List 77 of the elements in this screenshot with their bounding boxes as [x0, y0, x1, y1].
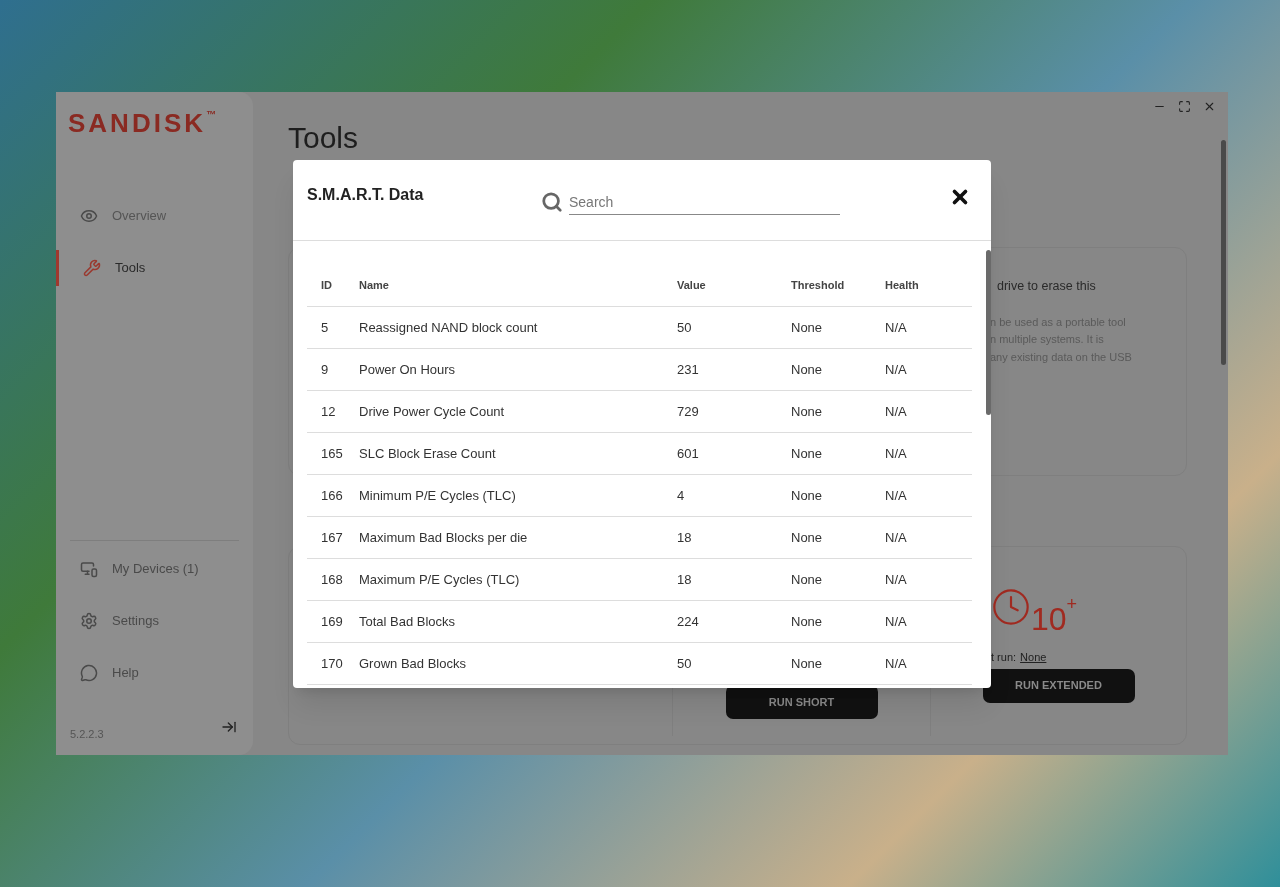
table-cell-text: 170 — [320, 654, 344, 673]
table-cell-text: Minimum P/E Cycles (TLC) — [359, 486, 517, 505]
table-cell-text: N/A — [885, 318, 908, 337]
table-cell-text: 50 — [677, 654, 693, 673]
table-cell-text: 231 — [677, 360, 700, 379]
last-run-link[interactable]: None — [1020, 649, 1047, 666]
table-cell-text: 169 — [320, 612, 344, 631]
eye-icon — [80, 207, 98, 225]
table-cell-text: N/A — [885, 528, 908, 547]
table-cell-text: 729 — [677, 402, 700, 421]
table-cell-text: 167 — [320, 528, 344, 547]
wrench-icon — [83, 259, 101, 277]
table-cell-text: Grown Bad Blocks — [359, 654, 467, 673]
table-cell-text: None — [791, 402, 824, 421]
table-cell-text: 4 — [677, 486, 686, 505]
table-cell-text: None — [791, 444, 824, 463]
table-cell-text: 12 — [320, 402, 337, 421]
table-cell-text: N/A — [885, 486, 908, 505]
table-cell-text: N/A — [885, 612, 908, 631]
table-cell-text: 18 — [677, 570, 693, 589]
table-cell-text: None — [791, 612, 824, 631]
run-extended-button[interactable]: RUN EXTENDED — [982, 668, 1135, 703]
page-title: Tools — [288, 120, 360, 156]
collapse-icon[interactable] — [221, 719, 237, 735]
table-cell-text: SLC Block Erase Count — [359, 444, 497, 463]
table-cell-text: N/A — [885, 570, 908, 589]
sidebar-item[interactable]: Tools — [56, 250, 253, 286]
search-icon — [541, 191, 563, 213]
devices-icon — [80, 560, 98, 578]
table-cell-text: Maximum Bad Blocks per die — [359, 528, 529, 547]
table-cell-text: N/A — [885, 444, 908, 463]
table-cell-text: None — [791, 318, 824, 337]
table-cell-text: 50 — [677, 318, 693, 337]
table-cell-text: 166 — [320, 486, 344, 505]
table-cell-text: Maximum P/E Cycles (TLC) — [359, 570, 521, 589]
last-run-label: t run: — [991, 650, 1017, 665]
table-cell-text: Power On Hours — [359, 360, 457, 379]
table-cell-text: 601 — [677, 444, 700, 463]
maximize-icon[interactable] — [1178, 100, 1191, 113]
table-cell-text: 18 — [677, 528, 693, 547]
table-cell-text: None — [791, 654, 824, 673]
scrollbar[interactable] — [1221, 140, 1226, 365]
version-label: 5.2.2.3 — [70, 726, 104, 742]
trademark-mark: ™ — [206, 110, 216, 120]
table-cell-text: None — [791, 360, 824, 379]
table-cell-text: None — [791, 528, 824, 547]
chat-bubble-icon — [80, 664, 98, 682]
table-cell-text: 5 — [320, 318, 330, 337]
table-cell-text: Total Bad Blocks — [359, 612, 457, 631]
logo: SANDISK — [68, 110, 206, 136]
table-cell-text: 165 — [320, 444, 344, 463]
table-cell-text: Reassigned NAND block count — [359, 318, 539, 337]
column-header[interactable]: Value — [677, 277, 791, 294]
table-cell-text: 224 — [677, 612, 700, 631]
dialog-title: S.M.A.R.T. Data — [307, 185, 425, 205]
table-cell-text: N/A — [885, 654, 908, 673]
table-cell-text: N/A — [885, 402, 908, 421]
table-cell-text: 168 — [320, 570, 344, 589]
settings-icon — [80, 612, 98, 630]
table-cell-text: None — [791, 570, 824, 589]
estimate-value: 10 — [1031, 601, 1067, 637]
column-header[interactable]: Health — [885, 277, 972, 294]
table-cell-text: Drive Power Cycle Count — [359, 402, 506, 421]
column-header[interactable]: Threshold — [791, 277, 885, 294]
estimate-mark: + — [1066, 595, 1078, 613]
table-cell-text: 9 — [320, 360, 330, 379]
sidebar-item[interactable]: Settings — [56, 603, 253, 639]
sidebar-item[interactable]: Help — [56, 655, 253, 691]
search-field[interactable]: Search — [569, 189, 840, 215]
clock-icon — [991, 587, 1031, 627]
scrollbar[interactable] — [986, 250, 991, 415]
table-cell-text: N/A — [885, 360, 908, 379]
card-heading: drive to erase this — [997, 278, 1097, 295]
sidebar-item[interactable]: My Devices (1) — [56, 551, 253, 587]
column-header[interactable]: ID — [307, 277, 359, 294]
column-header[interactable]: Name — [359, 277, 677, 294]
table-cell-text: None — [791, 486, 824, 505]
